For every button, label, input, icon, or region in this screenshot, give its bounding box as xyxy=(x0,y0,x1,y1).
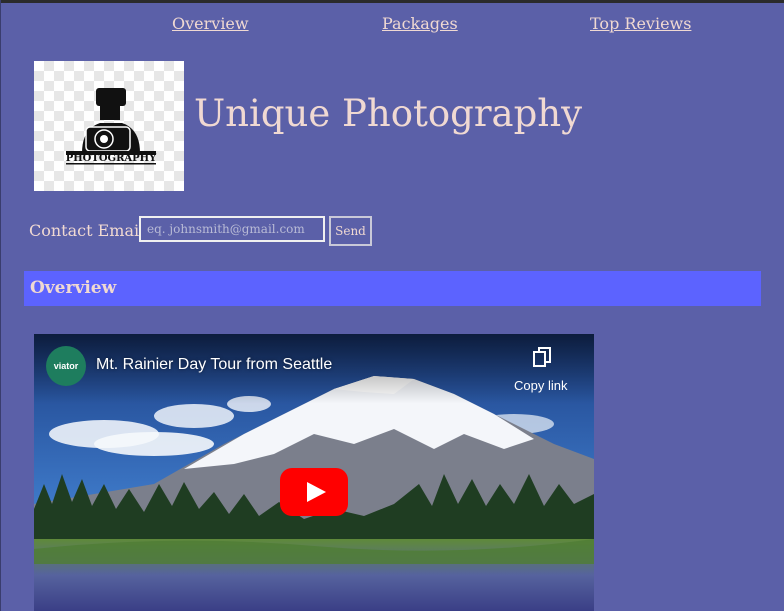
play-button[interactable] xyxy=(280,468,348,516)
left-border xyxy=(0,0,1,611)
site-title: Unique Photography xyxy=(194,92,583,135)
overview-section-header: Overview xyxy=(24,271,761,306)
email-input[interactable] xyxy=(139,216,325,242)
logo-text: PHOTOGRAPHY xyxy=(66,153,157,164)
play-icon xyxy=(280,468,348,516)
contact-email-label: Contact Email: xyxy=(29,221,150,240)
copy-link-button[interactable]: Copy link xyxy=(508,346,578,396)
copy-link-label: Copy link xyxy=(514,378,568,393)
nav-link-packages[interactable]: Packages xyxy=(382,14,458,33)
section-title: Overview xyxy=(30,278,117,298)
video-embed[interactable]: viator Mt. Rainier Day Tour from Seattle… xyxy=(34,334,594,611)
nav-link-overview[interactable]: Overview xyxy=(172,14,249,33)
video-title[interactable]: Mt. Rainier Day Tour from Seattle xyxy=(96,356,332,374)
channel-avatar[interactable]: viator xyxy=(46,346,86,386)
camera-photographer-icon: PHOTOGRAPHY xyxy=(66,88,157,165)
send-button[interactable]: Send xyxy=(329,216,372,246)
copy-icon xyxy=(533,347,551,367)
top-border xyxy=(0,0,784,3)
nav-link-top-reviews[interactable]: Top Reviews xyxy=(590,14,691,33)
logo-image: PHOTOGRAPHY xyxy=(34,61,184,191)
